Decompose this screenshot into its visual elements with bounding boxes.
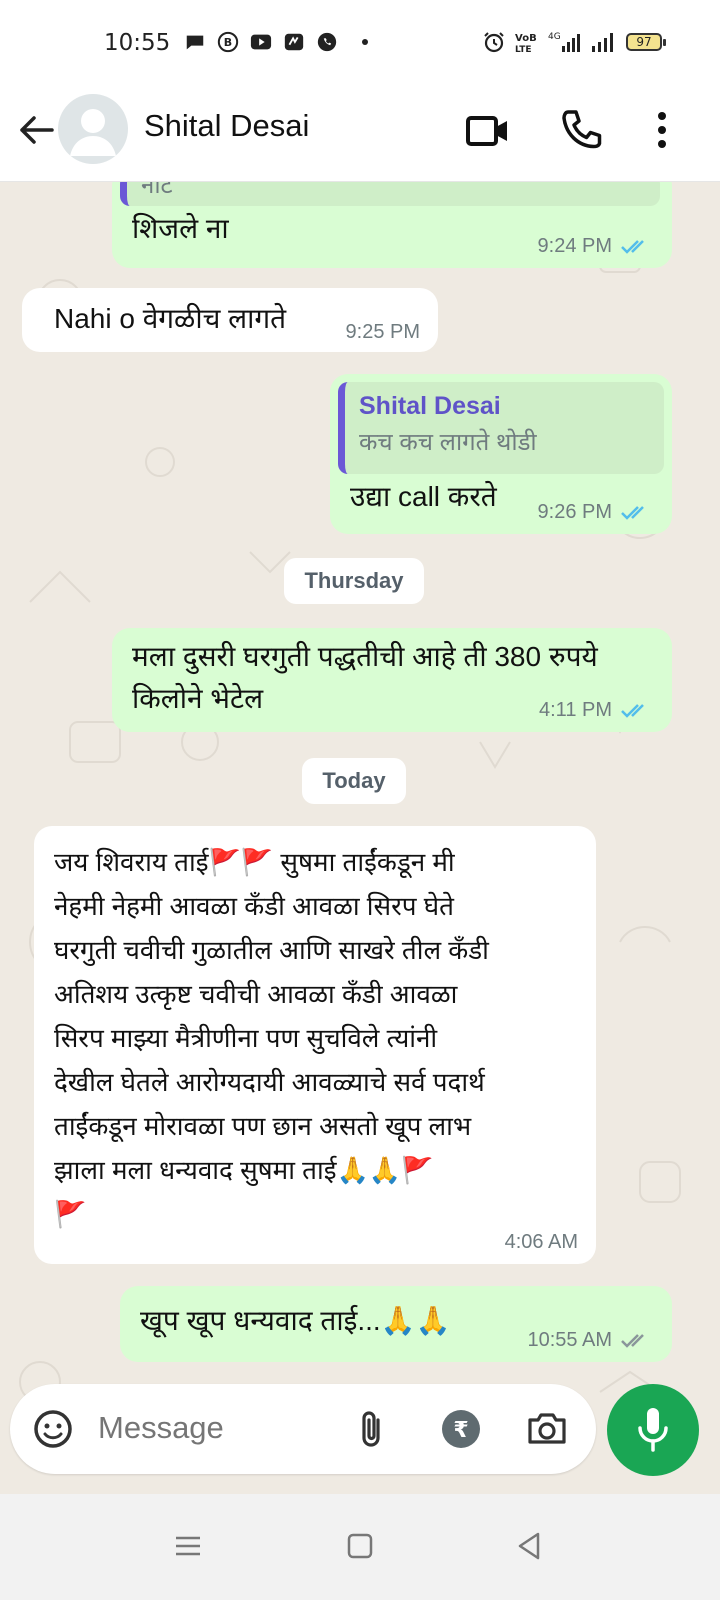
message-meta: 10:55 AM: [527, 1329, 654, 1352]
sticker-icon[interactable]: [30, 1406, 76, 1452]
message-bubble-outgoing[interactable]: नाट शिजले ना 9:24 PM: [112, 182, 672, 268]
attach-icon[interactable]: [348, 1406, 394, 1452]
quote-text: नाट: [141, 182, 173, 199]
b-app-icon: B: [217, 31, 239, 53]
message-time: 4:06 AM: [504, 1231, 578, 1253]
message-text: Nahi o वेगळीच लागते: [54, 303, 287, 334]
video-call-icon[interactable]: [464, 106, 512, 154]
message-text-line: ताईंकडून मोरावळा पण छान असतो खूप लाभ: [54, 1111, 472, 1141]
svg-text:VoB: VoB: [515, 33, 537, 44]
svg-text:LTE: LTE: [515, 45, 532, 54]
message-text-line: जय शिवराय ताई🚩🚩 सुषमा ताईंकडून मी: [54, 847, 455, 877]
status-time: 10:55: [104, 30, 171, 56]
recents-menu-icon[interactable]: [166, 1524, 210, 1568]
svg-text:B: B: [224, 36, 232, 49]
message-text: उद्या call करते: [350, 481, 497, 512]
svg-text:4G: 4G: [548, 32, 561, 42]
youtube-icon: [250, 34, 272, 50]
message-meta: 9:26 PM: [538, 501, 654, 524]
message-text-line: नेहमी नेहमी आवळा कँडी आवळा सिरप घेते: [54, 891, 454, 921]
reply-quote[interactable]: नाट: [120, 182, 660, 206]
reply-quote[interactable]: Shital Desai कच कच लागते थोडी: [338, 382, 664, 474]
message-time: 9:26 PM: [537, 501, 612, 523]
quote-text: कच कच लागते थोडी: [359, 429, 537, 456]
message-text-line: मला दुसरी घरगुती पद्धतीची आहे ती 380 रुप…: [132, 641, 598, 672]
message-bubble-incoming[interactable]: जय शिवराय ताई🚩🚩 सुषमा ताईंकडून मी नेहमी …: [34, 826, 596, 1264]
whatsapp-icon: [317, 32, 337, 52]
signal-4g-icon: 4G: [548, 32, 580, 52]
message-time: 9:25 PM: [345, 321, 420, 343]
read-ticks-icon: [621, 505, 644, 520]
message-time: 10:55 AM: [527, 1329, 612, 1351]
message-time: 9:24 PM: [537, 235, 612, 257]
svg-text:₹: ₹: [453, 1418, 468, 1443]
more-notifications-dot: [362, 39, 368, 45]
date-divider: Today: [302, 758, 406, 804]
message-meta: 9:24 PM: [538, 235, 654, 258]
phone-icon[interactable]: [558, 106, 606, 154]
message-text-line: सिरप माझ्या मैत्रीणीना पण सुचविले त्यांन…: [54, 1023, 438, 1053]
date-divider: Thursday: [284, 558, 424, 604]
system-nav-bar: [0, 1494, 720, 1600]
chat-notification-icon: [186, 35, 204, 50]
alarm-icon: [484, 32, 504, 53]
message-bubble-incoming[interactable]: Nahi o वेगळीच लागते 9:25 PM: [22, 288, 438, 352]
home-icon[interactable]: [338, 1524, 382, 1568]
message-bubble-outgoing[interactable]: खूप खूप धन्यवाद ताई...🙏🙏 10:55 AM: [120, 1286, 672, 1362]
contact-name[interactable]: Shital Desai: [144, 108, 309, 144]
message-text-line: 🚩: [54, 1199, 87, 1229]
volte-icon: VoBLTE: [515, 33, 537, 54]
back-nav-icon[interactable]: [508, 1524, 552, 1568]
message-text: खूप खूप धन्यवाद ताई...🙏🙏: [140, 1305, 451, 1336]
message-meta: 4:06 AM: [505, 1231, 578, 1254]
message-text-line: झाला मला धन्यवाद सुषमा ताई🙏🙏🚩: [54, 1155, 434, 1185]
message-text-line: किलोने भेटेल: [132, 683, 264, 714]
avatar[interactable]: [58, 94, 128, 164]
message-meta: 4:11 PM: [539, 699, 654, 722]
chat-header: Shital Desai: [0, 86, 720, 182]
message-composer: ₹: [10, 1384, 596, 1474]
message-text-line: अतिशय उत्कृष्ट चवीची आवळा कँडी आवळा: [54, 979, 458, 1009]
mic-icon: [638, 1408, 668, 1452]
message-text: शिजले ना: [132, 213, 229, 244]
read-ticks-icon: [621, 703, 644, 718]
quote-author: Shital Desai: [359, 392, 501, 420]
rupee-payment-icon[interactable]: ₹: [438, 1406, 484, 1452]
more-vert-icon[interactable]: [638, 106, 686, 154]
signal-icon: [592, 33, 613, 52]
chat-area[interactable]: नाट शिजले ना 9:24 PM Nahi o वेगळीच लागते…: [0, 182, 720, 1512]
mic-button[interactable]: [607, 1384, 699, 1476]
default-avatar-icon: [70, 109, 116, 156]
message-text-line: घरगुती चवीची गुळातील आणि साखरे तील कँडी: [54, 935, 489, 965]
read-ticks-icon: [621, 239, 644, 254]
delivered-ticks-icon: [621, 1333, 644, 1348]
status-bar: 10:55 B VoB LTE 4G 97: [0, 0, 720, 86]
camera-icon[interactable]: [524, 1406, 570, 1452]
message-time: 4:11 PM: [539, 699, 612, 721]
message-text-line: देखील घेतले आरोग्यदायी आवळ्याचे सर्व पदा…: [54, 1067, 485, 1097]
message-bubble-outgoing[interactable]: मला दुसरी घरगुती पद्धतीची आहे ती 380 रुप…: [112, 628, 672, 732]
message-input[interactable]: [98, 1410, 338, 1446]
back-arrow-icon[interactable]: [14, 108, 58, 152]
message-meta: 9:25 PM: [346, 321, 420, 344]
battery-icon: 97: [626, 33, 666, 51]
system-status-icons: VoB LTE 4G 97: [482, 30, 666, 54]
app-icon: [284, 33, 304, 51]
notification-icons: B: [183, 31, 368, 53]
message-bubble-outgoing[interactable]: Shital Desai कच कच लागते थोडी उद्या call…: [330, 374, 672, 534]
